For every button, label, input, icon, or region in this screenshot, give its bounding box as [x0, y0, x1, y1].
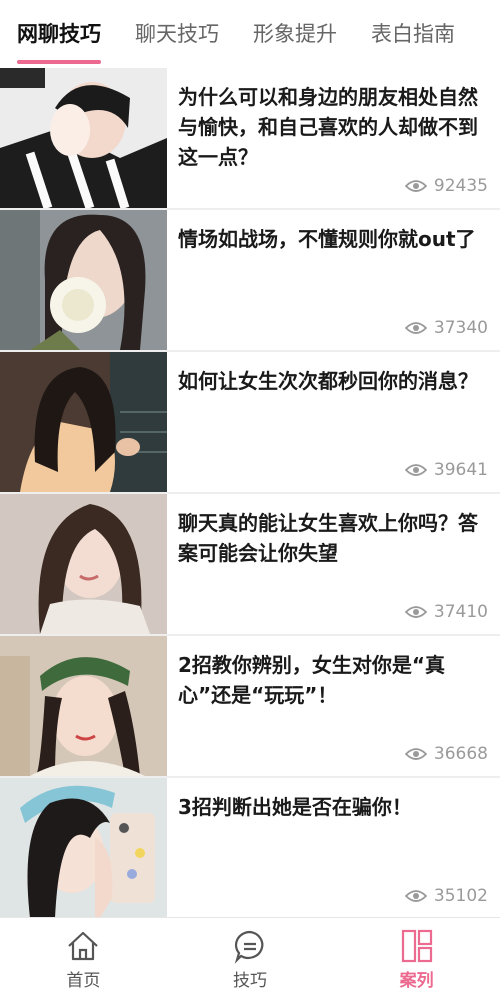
eye-icon: [404, 606, 427, 618]
category-tabs: 网聊技巧 聊天技巧 形象提升 表白指南: [0, 0, 500, 68]
view-count: 37410: [404, 602, 488, 622]
thumbnail-image: [0, 210, 167, 350]
article-title: 为什么可以和身边的朋友相处自然与愉快，和自己喜欢的人却做不到这一点？: [178, 85, 478, 169]
home-icon: [68, 931, 99, 961]
tab-label: 聊天技巧: [135, 22, 219, 46]
nav-tips[interactable]: 技巧: [167, 918, 334, 995]
list-item[interactable]: 情场如战场，不懂规则你就out了 37340: [0, 210, 500, 352]
tab-chat-tips[interactable]: 聊天技巧: [135, 0, 219, 68]
article-thumbnail: [0, 778, 167, 918]
chat-bubble-icon: [234, 930, 264, 964]
list-item[interactable]: 为什么可以和身边的朋友相处自然与愉快，和自己喜欢的人却做不到这一点？ 92435: [0, 68, 500, 210]
thumbnail-image: [0, 352, 167, 492]
grid-layout-icon: [401, 929, 432, 963]
eye-icon: [404, 748, 427, 760]
list-item[interactable]: 聊天真的能让女生喜欢上你吗？答案可能会让你失望 37410: [0, 494, 500, 636]
thumbnail-image: [0, 68, 167, 208]
article-title: 2招教你辨别，女生对你是“真心”还是“玩玩”！: [178, 653, 446, 707]
view-count: 35102: [404, 886, 488, 906]
article-list: 为什么可以和身边的朋友相处自然与愉快，和自己喜欢的人却做不到这一点？ 92435…: [0, 68, 500, 920]
view-count-value: 37410: [433, 602, 488, 622]
article-title: 3招判断出她是否在骗你！: [178, 795, 412, 819]
tab-label: 网聊技巧: [17, 22, 101, 46]
nav-home[interactable]: 首页: [0, 918, 167, 995]
tab-chat-online-tips[interactable]: 网聊技巧: [17, 0, 101, 68]
tab-label: 形象提升: [253, 22, 337, 46]
nav-home-label: 首页: [66, 971, 101, 991]
view-count-value: 36668: [433, 744, 488, 764]
view-count-value: 92435: [433, 176, 488, 196]
thumbnail-image: [0, 494, 167, 634]
list-item[interactable]: 如何让女生次次都秒回你的消息？ 39641: [0, 352, 500, 494]
article-title: 如何让女生次次都秒回你的消息？: [178, 369, 478, 393]
active-tab-indicator: [17, 60, 101, 64]
eye-icon: [404, 180, 427, 192]
article-thumbnail: [0, 352, 167, 492]
eye-icon: [404, 322, 427, 334]
nav-tips-label: 技巧: [233, 971, 267, 991]
list-item[interactable]: 2招教你辨别，女生对你是“真心”还是“玩玩”！ 36668: [0, 636, 500, 778]
view-count-value: 35102: [433, 886, 488, 906]
eye-icon: [404, 464, 427, 476]
tab-image-improvement[interactable]: 形象提升: [253, 0, 337, 68]
view-count: 36668: [404, 744, 488, 764]
article-thumbnail: [0, 68, 167, 208]
article-thumbnail: [0, 636, 167, 776]
article-title: 情场如战场，不懂规则你就out了: [178, 227, 476, 251]
thumbnail-image: [0, 778, 167, 918]
article-thumbnail: [0, 494, 167, 634]
view-count-value: 37340: [433, 318, 488, 338]
nav-cases[interactable]: 案列: [333, 918, 500, 995]
tab-confession-guide[interactable]: 表白指南: [371, 0, 455, 68]
bottom-nav: 首页 技巧 案列: [0, 917, 500, 995]
thumbnail-image: [0, 636, 167, 776]
view-count: 37340: [404, 318, 488, 338]
view-count: 39641: [404, 460, 488, 480]
view-count-value: 39641: [433, 460, 488, 480]
view-count: 92435: [404, 176, 488, 196]
nav-cases-label: 案列: [399, 971, 434, 991]
tab-label: 表白指南: [371, 22, 455, 46]
article-title: 聊天真的能让女生喜欢上你吗？答案可能会让你失望: [178, 511, 478, 565]
list-item[interactable]: 3招判断出她是否在骗你！ 35102: [0, 778, 500, 920]
eye-icon: [404, 890, 427, 902]
article-thumbnail: [0, 210, 167, 350]
